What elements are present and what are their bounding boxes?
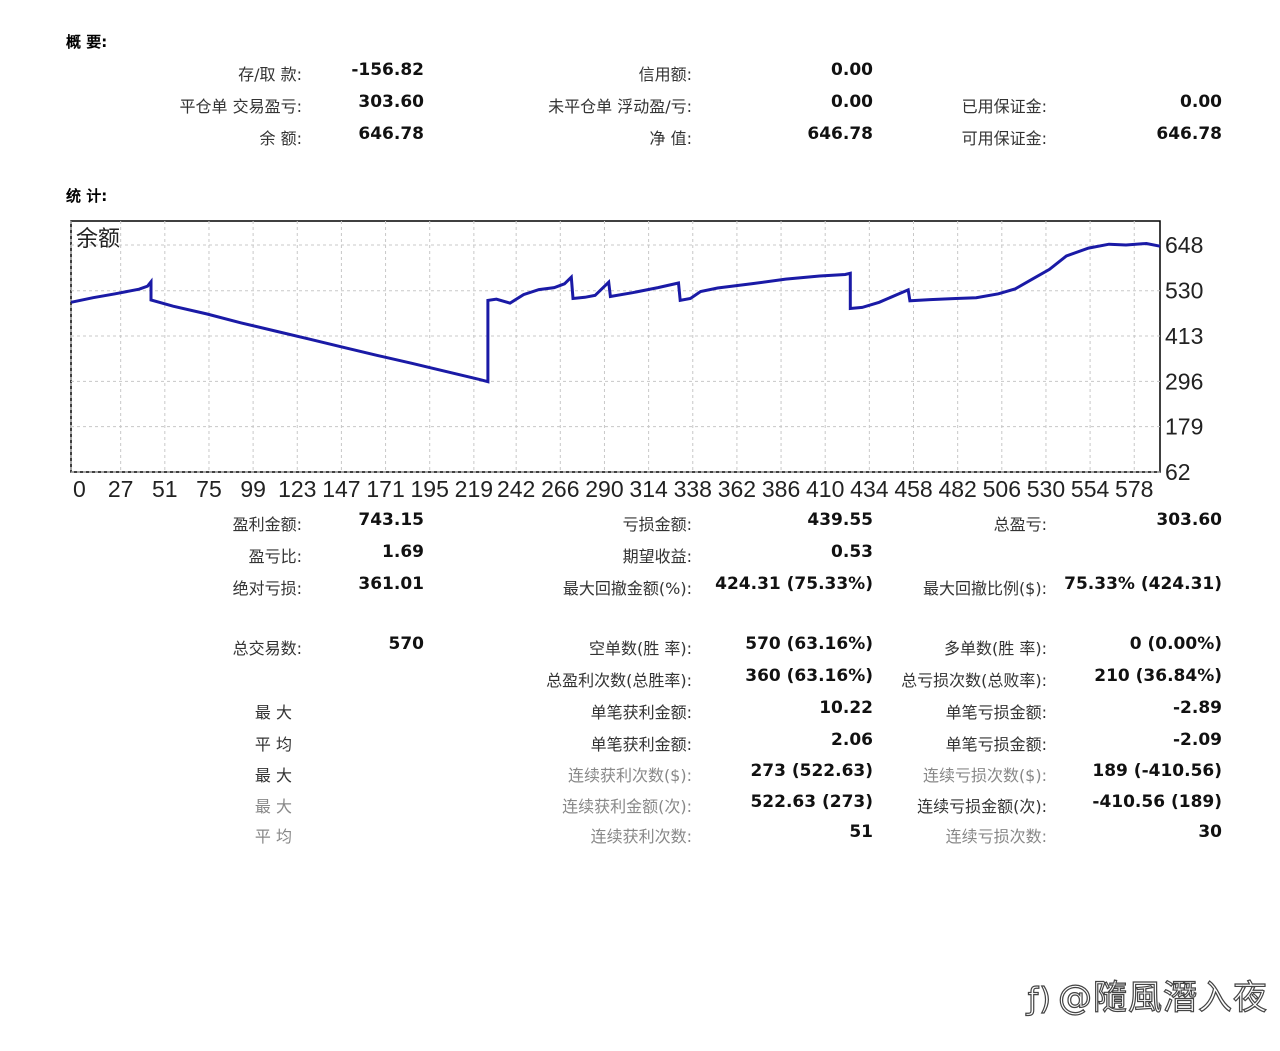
chart-plot-area (71, 221, 1160, 472)
stats-value: 210 (36.84%) (1094, 666, 1222, 686)
stats-label: 单笔获利金额: (591, 731, 692, 755)
y-tick-label: 62 (1165, 459, 1191, 485)
y-tick-label: 413 (1165, 323, 1203, 349)
x-tick-label: 290 (585, 476, 623, 502)
x-tick-label: 123 (278, 476, 316, 502)
stats-value: 0.53 (831, 542, 873, 562)
stats-label: 连续获利次数($): (568, 762, 692, 786)
x-tick-label: 171 (366, 476, 404, 502)
x-tick-label: 434 (850, 476, 889, 502)
stats-label: 平 均 (255, 823, 292, 847)
stats-label: 总盈利次数(总胜率): (546, 667, 692, 691)
x-axis-ticks: 0275175991231471711952192422662903143383… (73, 476, 1153, 502)
stats-value: 75.33% (424.31) (1064, 574, 1222, 594)
x-tick-label: 482 (938, 476, 976, 502)
y-axis-ticks: 62 179 296 413 530 648 (1165, 232, 1203, 485)
x-tick-label: 195 (411, 476, 449, 502)
stats-label: 连续获利次数: (591, 823, 692, 847)
stats-label: 总盈亏: (994, 511, 1047, 535)
y-tick-label: 530 (1165, 278, 1203, 304)
x-tick-label: 578 (1115, 476, 1153, 502)
stats-label: 空单数(胜 率): (589, 635, 692, 659)
x-tick-label: 506 (983, 476, 1021, 502)
stats-value: 0 (0.00%) (1130, 634, 1222, 654)
stats-value: -2.09 (1173, 730, 1222, 750)
stats-value: 189 (-410.56) (1092, 761, 1222, 781)
stats-value: -410.56 (189) (1092, 792, 1222, 812)
stats-label: 盈亏比: (249, 543, 302, 567)
x-tick-label: 242 (497, 476, 535, 502)
stats-value: 10.22 (819, 698, 873, 718)
x-tick-label: 314 (629, 476, 668, 502)
stats-label: 总交易数: (233, 635, 302, 659)
stats-value: 273 (522.63) (750, 761, 873, 781)
stats-value: 361.01 (358, 574, 424, 594)
stats-label: 单笔亏损金额: (946, 699, 1047, 723)
stats-label: 最 大 (255, 699, 292, 723)
stats-value: 570 (63.16%) (745, 634, 873, 654)
stats-label: 最 大 (255, 762, 292, 786)
watermark-text: @隨風潛入夜 (1058, 978, 1268, 1018)
x-tick-label: 458 (894, 476, 932, 502)
chart-title: 余额 (76, 226, 120, 251)
x-tick-label: 554 (1071, 476, 1110, 502)
stats-label: 盈利金额: (233, 511, 302, 535)
x-tick-label: 51 (152, 476, 178, 502)
stats-value: 2.06 (831, 730, 873, 750)
stats-value: 570 (389, 634, 425, 654)
stats-label: 最大回撤金额(%): (563, 575, 692, 599)
stats-label: 连续亏损金额(次): (917, 793, 1047, 817)
zhihu-logo-icon: ƒ) (1028, 982, 1052, 1017)
x-tick-label: 266 (541, 476, 579, 502)
stats-value: 439.55 (807, 510, 873, 530)
stats-value: 51 (849, 822, 873, 842)
stats-label: 总亏损次数(总败率): (901, 667, 1047, 691)
stats-label: 单笔亏损金额: (946, 731, 1047, 755)
stats-value: 303.60 (1156, 510, 1222, 530)
x-tick-label: 99 (240, 476, 266, 502)
stats-label: 平 均 (255, 731, 292, 755)
x-tick-label: 27 (108, 476, 134, 502)
x-tick-label: 338 (674, 476, 712, 502)
watermark: ƒ)@隨風潛入夜 (1028, 970, 1268, 1019)
stats-value: 522.63 (273) (750, 792, 873, 812)
stats-value: 743.15 (358, 510, 424, 530)
stats-label: 最 大 (255, 793, 292, 817)
x-tick-label: 362 (718, 476, 756, 502)
stats-label: 连续获利金额(次): (562, 793, 692, 817)
y-tick-label: 648 (1165, 232, 1203, 258)
x-tick-label: 147 (322, 476, 360, 502)
stats-value: -2.89 (1173, 698, 1222, 718)
x-tick-label: 75 (196, 476, 222, 502)
stats-label: 多单数(胜 率): (944, 635, 1047, 659)
stats-value: 360 (63.16%) (745, 666, 873, 686)
stats-label: 最大回撤比例($): (923, 575, 1047, 599)
x-tick-label: 0 (73, 476, 86, 502)
stats-value: 1.69 (382, 542, 424, 562)
stats-value: 30 (1198, 822, 1222, 842)
stats-label: 单笔获利金额: (591, 699, 692, 723)
stats-label: 期望收益: (623, 543, 692, 567)
y-tick-label: 179 (1165, 414, 1203, 440)
stats-label: 亏损金额: (623, 511, 692, 535)
y-tick-label: 296 (1165, 368, 1203, 394)
stats-value: 424.31 (75.33%) (715, 574, 873, 594)
stats-label: 绝对亏损: (233, 575, 302, 599)
x-tick-label: 530 (1027, 476, 1065, 502)
stats-label: 连续亏损次数($): (923, 762, 1047, 786)
x-tick-label: 386 (762, 476, 800, 502)
x-tick-label: 219 (455, 476, 493, 502)
balance-chart: 余额 0275175991231471711952192422662903143… (0, 0, 1280, 510)
x-tick-label: 410 (806, 476, 844, 502)
stats-label: 连续亏损次数: (946, 823, 1047, 847)
